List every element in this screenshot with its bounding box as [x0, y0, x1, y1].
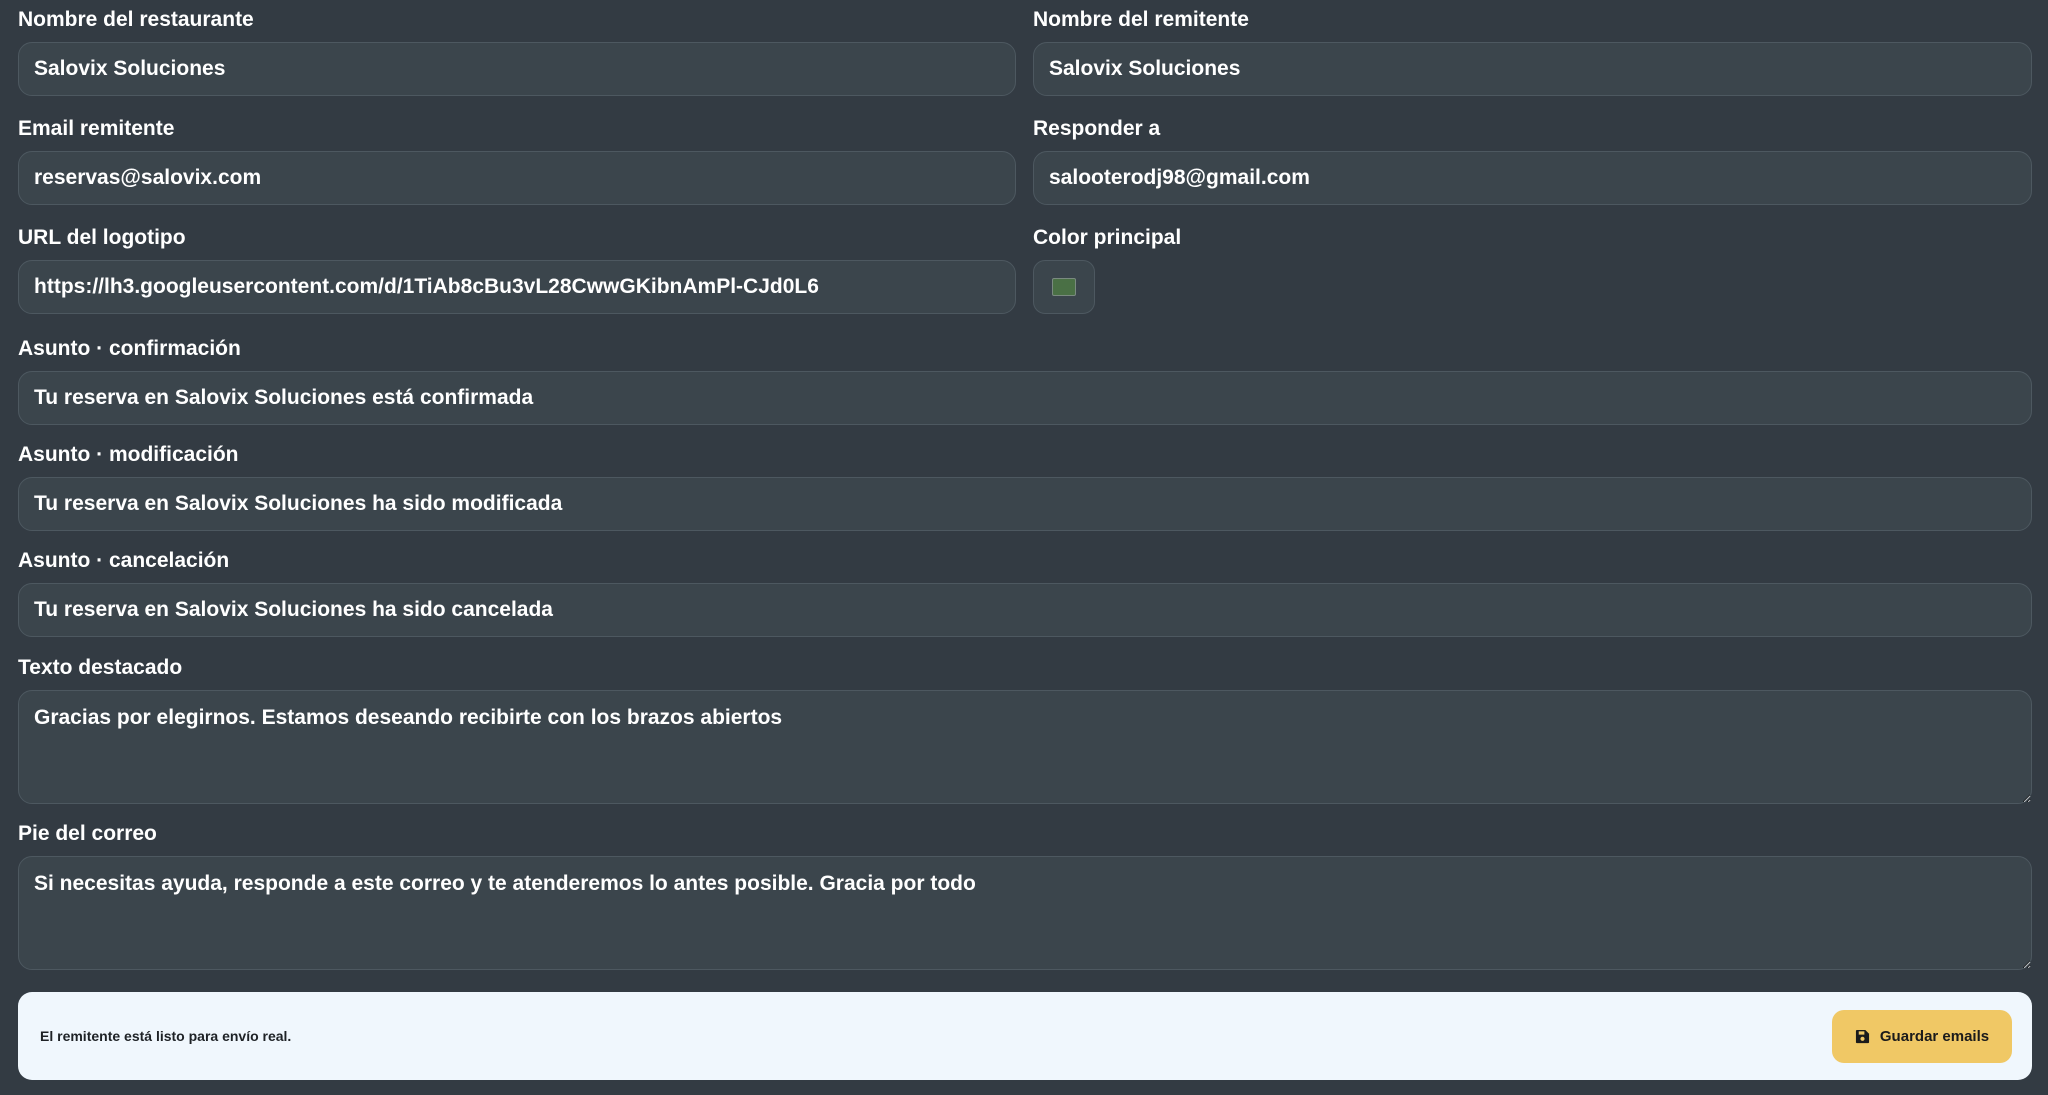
save-bar: El remitente está listo para envío real.… — [18, 992, 2032, 1080]
restaurant-name-field: Nombre del restaurante — [18, 8, 1016, 98]
sender-name-input[interactable] — [1033, 42, 2032, 96]
sender-email-input[interactable] — [18, 151, 1016, 205]
subject-confirmation-label: Asunto · confirmación — [18, 337, 241, 360]
reply-to-input[interactable] — [1033, 151, 2032, 205]
save-emails-label: Guardar emails — [1879, 1028, 1990, 1045]
floppy-disk-icon — [1855, 1029, 1869, 1044]
subject-modification-field: Asunto · modificación — [18, 443, 2032, 533]
main-color-field: Color principal — [1033, 226, 1233, 316]
email-footer-textarea[interactable]: Si necesitas ayuda, responde a este corr… — [18, 856, 2032, 970]
email-settings-form: Nombre del restaurante Nombre del remite… — [0, 0, 2048, 1095]
logo-url-field: URL del logotipo — [18, 226, 1016, 316]
email-footer-label: Pie del correo — [18, 822, 157, 845]
subject-confirmation-input[interactable] — [18, 371, 2032, 425]
main-color-picker[interactable] — [1033, 260, 1095, 314]
subject-modification-input[interactable] — [18, 477, 2032, 531]
sender-email-field: Email remitente — [18, 117, 1016, 207]
main-color-label: Color principal — [1033, 226, 1182, 249]
logo-url-label: URL del logotipo — [18, 226, 186, 249]
reply-to-label: Responder a — [1033, 117, 1161, 140]
highlight-text-field: Texto destacado Gracias por elegirnos. E… — [18, 656, 2032, 806]
restaurant-name-label: Nombre del restaurante — [18, 8, 254, 31]
save-emails-button[interactable]: Guardar emails — [1832, 1010, 2012, 1063]
subject-cancellation-field: Asunto · cancelación — [18, 549, 2032, 639]
sender-email-label: Email remitente — [18, 117, 175, 140]
subject-cancellation-input[interactable] — [18, 583, 2032, 637]
color-swatch — [1052, 278, 1076, 296]
sender-status-text: El remitente está listo para envío real. — [40, 1028, 292, 1044]
email-footer-field: Pie del correo Si necesitas ayuda, respo… — [18, 822, 2032, 972]
subject-cancellation-label: Asunto · cancelación — [18, 549, 230, 572]
sender-name-field: Nombre del remitente — [1033, 8, 2032, 98]
highlight-text-label: Texto destacado — [18, 656, 183, 679]
sender-name-label: Nombre del remitente — [1033, 8, 1249, 31]
highlight-text-textarea[interactable]: Gracias por elegirnos. Estamos deseando … — [18, 690, 2032, 804]
reply-to-field: Responder a — [1033, 117, 2032, 207]
restaurant-name-input[interactable] — [18, 42, 1016, 96]
subject-confirmation-field: Asunto · confirmación — [18, 337, 2032, 427]
logo-url-input[interactable] — [18, 260, 1016, 314]
subject-modification-label: Asunto · modificación — [18, 443, 239, 466]
